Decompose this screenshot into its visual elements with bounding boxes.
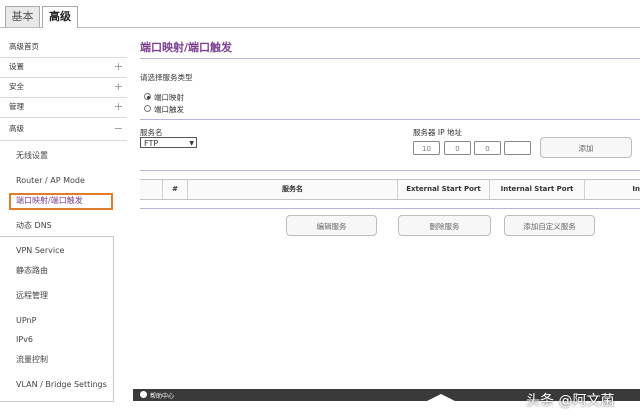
service-name-select[interactable]: FTP ▼ [140, 137, 197, 148]
ip-octet-1[interactable]: 10 [413, 141, 440, 155]
tab-advanced[interactable]: 高级 [42, 6, 78, 28]
help-icon [140, 391, 147, 398]
header-checkbox-col [140, 180, 163, 199]
radio-label-port-triggering: 端口触发 [154, 105, 184, 114]
expand-icon: + [113, 80, 123, 93]
collapse-icon: − [113, 122, 123, 135]
sidebar-item-vpn[interactable]: VPN Service [16, 243, 64, 259]
radio-label-port-forwarding: 端口映射 [154, 93, 184, 102]
header-index: # [163, 180, 188, 199]
sidebar-item-router-ap-mode[interactable]: Router / AP Mode [16, 173, 85, 189]
sidebar-item-label: 高级首页 [9, 42, 39, 51]
server-ip-label: 服务器 IP 地址 [413, 128, 463, 137]
sidebar-item-vlan-bridge[interactable]: VLAN / Bridge Settings [16, 377, 107, 393]
sidebar-item-label: 设置 [9, 62, 24, 71]
table-header: # 服务名 External Start Port Internal Start… [140, 179, 640, 200]
edit-service-button[interactable]: 编辑服务 [286, 215, 377, 236]
sidebar-item-label: 高级 [9, 124, 24, 133]
sidebar-item-advanced[interactable]: 高级 − [0, 119, 127, 139]
ip-octet-3[interactable]: 0 [474, 141, 501, 155]
header-external-start-port: External Start Port [398, 180, 490, 199]
sidebar-item-label: 安全 [9, 82, 24, 91]
sidebar-item-ipv6[interactable]: IPv6 [16, 332, 33, 348]
delete-service-button[interactable]: 删除服务 [398, 215, 491, 236]
sidebar-item-advanced-home[interactable]: 高级首页 [0, 37, 127, 57]
tab-basic[interactable]: 基本 [5, 6, 40, 27]
header-internal-end-port: In [632, 185, 640, 193]
radio-port-triggering[interactable] [144, 105, 151, 112]
tab-bar [0, 0, 640, 28]
service-name-value: FTP [144, 139, 159, 148]
watermark: 头条 @阿文菌 [526, 393, 615, 409]
ip-octet-2[interactable]: 0 [444, 141, 471, 155]
sidebar-item-security[interactable]: 安全 + [0, 77, 127, 97]
selection-highlight [9, 193, 113, 210]
table-top-divider [140, 170, 640, 171]
section-divider [140, 119, 640, 120]
sidebar-item-traffic-control[interactable]: 流量控制 [16, 352, 48, 368]
sidebar-item-upnp[interactable]: UPnP [16, 313, 36, 329]
divider [0, 140, 127, 141]
table-bottom-divider [140, 208, 640, 209]
sidebar-item-remote-management[interactable]: 远程管理 [16, 288, 48, 304]
sidebar-item-wireless[interactable]: 无线设置 [16, 148, 48, 164]
collapse-arrow-icon[interactable] [427, 394, 455, 401]
sidebar-item-dynamic-dns[interactable]: 动态 DNS [16, 218, 52, 234]
expand-icon: + [113, 60, 123, 73]
expand-icon: + [113, 100, 123, 113]
header-internal-start-port: Internal Start Port [490, 180, 585, 199]
header-service-name: 服务名 [188, 180, 398, 199]
title-divider [140, 58, 640, 59]
sidebar-item-label: 管理 [9, 102, 24, 111]
radio-port-forwarding[interactable] [144, 93, 151, 100]
help-center-link[interactable]: 帮助中心 [150, 391, 174, 400]
add-button[interactable]: 添加 [540, 137, 632, 158]
sidebar-item-settings[interactable]: 设置 + [0, 57, 127, 77]
sidebar-item-management[interactable]: 管理 + [0, 97, 127, 117]
chevron-down-icon: ▼ [189, 140, 194, 147]
add-custom-service-button[interactable]: 添加自定义服务 [504, 215, 595, 236]
sidebar-item-static-routes[interactable]: 静态路由 [16, 263, 48, 279]
page-title: 端口映射/端口触发 [140, 41, 233, 54]
divider [0, 117, 127, 118]
service-type-label: 请选择服务类型 [140, 73, 193, 82]
ip-octet-4[interactable] [504, 141, 531, 155]
